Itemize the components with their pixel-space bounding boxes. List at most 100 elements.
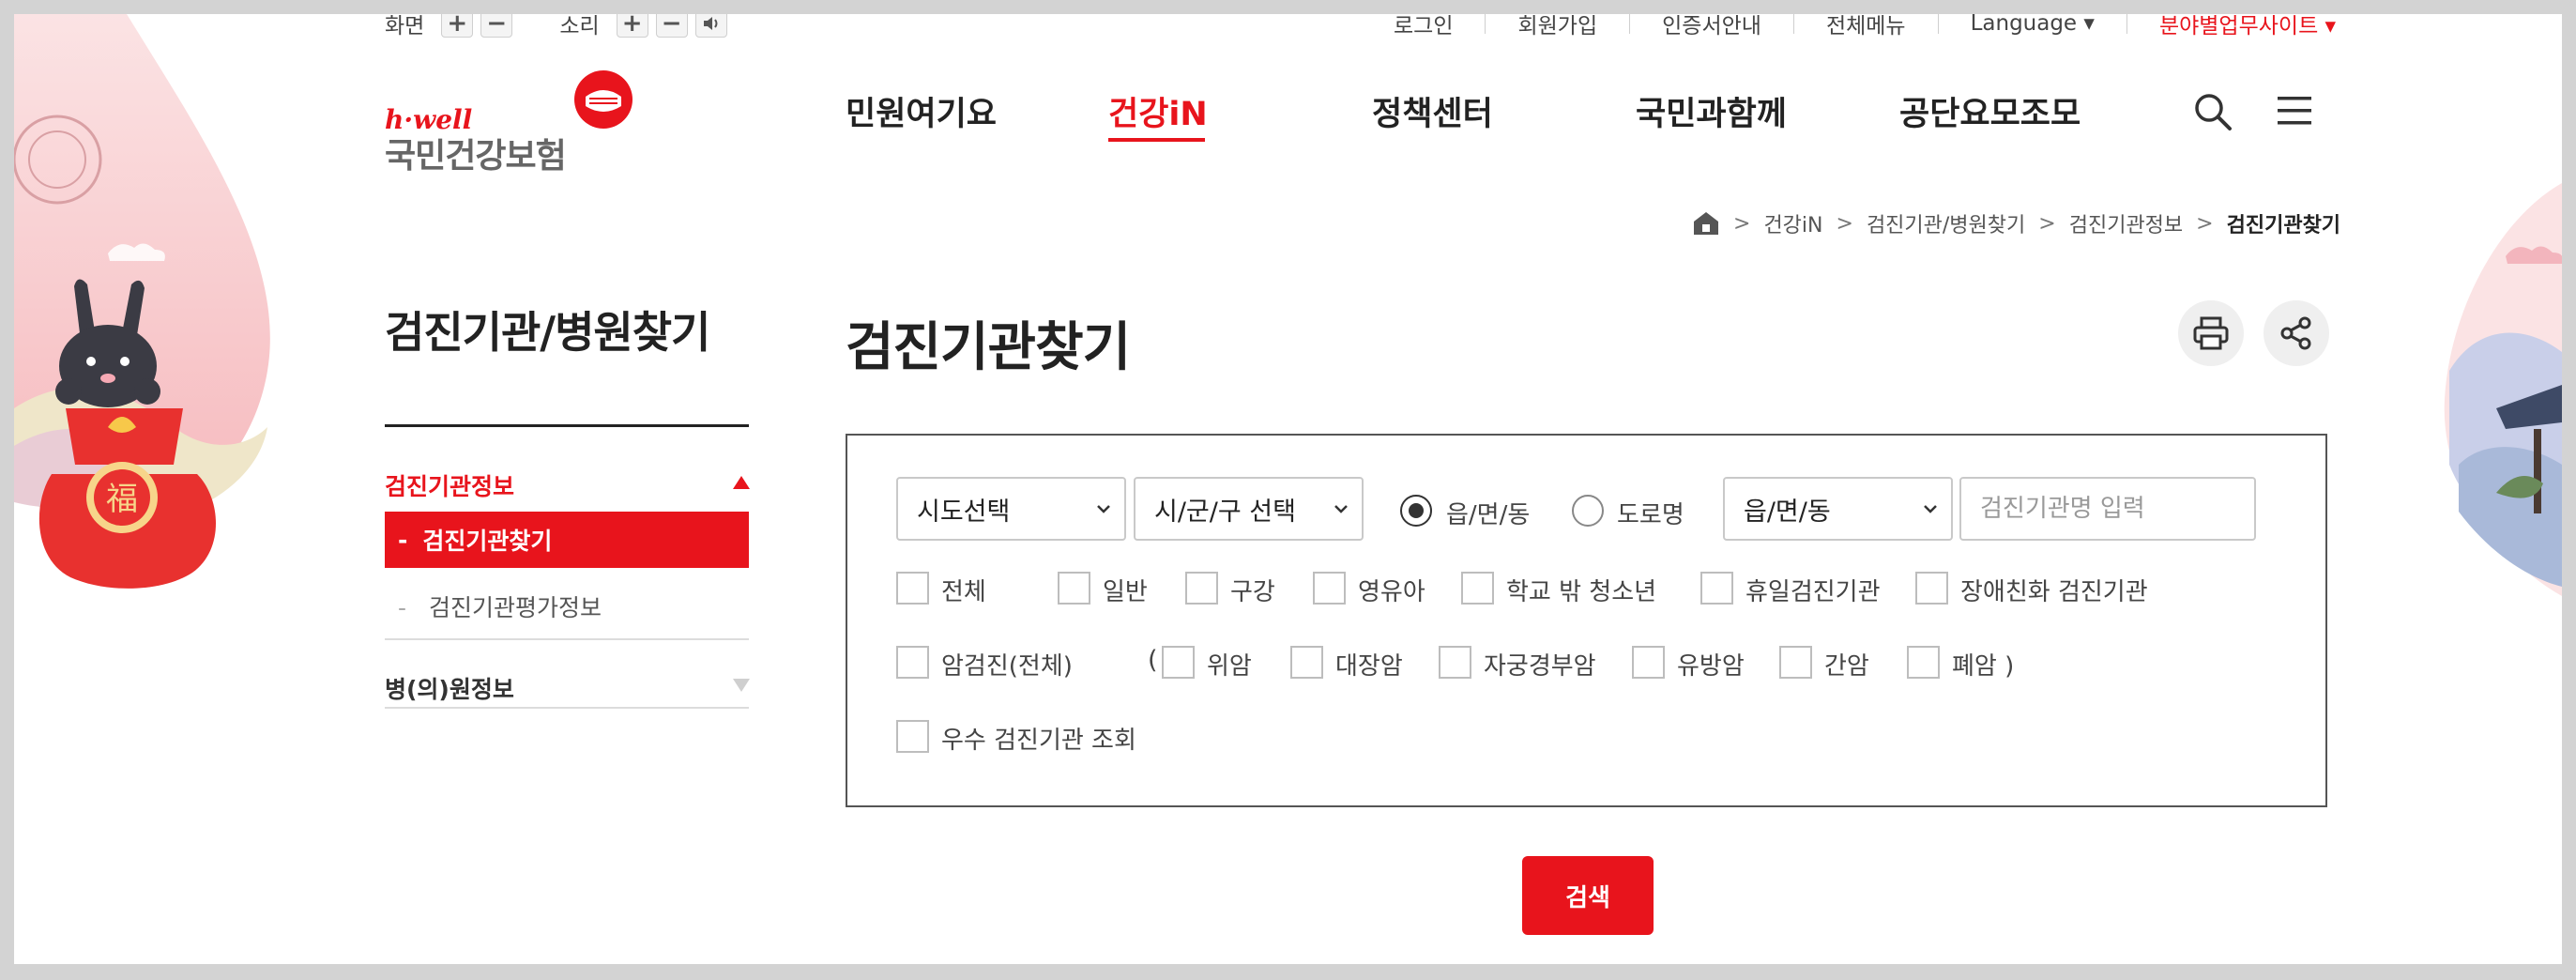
caret-up-icon[interactable] — [731, 474, 752, 491]
radio-road-name[interactable] — [1572, 495, 1604, 527]
divider — [1485, 14, 1486, 34]
checkbox-oral-label: 구강 — [1230, 578, 1275, 606]
sidebar-item-label: 검진기관찾기 — [422, 528, 553, 555]
zoom-in-button[interactable]: + — [441, 14, 474, 38]
printer-icon — [2193, 316, 2229, 350]
emd-select[interactable]: 읍/면/동 — [1723, 477, 1953, 541]
breadcrumb: > 건강iN > 검진기관/병원찾기 > 검진기관정보 > 검진기관찾기 — [1692, 207, 2340, 239]
login-link[interactable]: 로그인 — [1394, 14, 1453, 39]
checkbox-out-of-school-youth[interactable] — [1461, 572, 1494, 605]
page-title: 검진기관찾기 — [846, 317, 1131, 378]
sitemap-link[interactable]: 전체메뉴 — [1826, 14, 1906, 39]
checkbox-out-of-school-youth-label: 학교 밖 청소년 — [1506, 578, 1657, 606]
gnb-active-underline — [1108, 138, 1205, 142]
checkbox-colon-cancer[interactable] — [1290, 646, 1323, 679]
checkbox-general-label: 일반 — [1103, 578, 1148, 606]
checkbox-cervical-cancer[interactable] — [1439, 646, 1471, 679]
checkbox-holiday[interactable] — [1700, 572, 1733, 605]
logo-name: 국민건강보험 — [385, 137, 567, 176]
breadcrumb-item[interactable]: 검진기관/병원찾기 — [1867, 208, 2025, 238]
search-button[interactable]: 검색 — [1522, 856, 1654, 935]
sidebar-divider — [385, 638, 749, 640]
institution-name-input[interactable] — [1959, 477, 2256, 541]
checkbox-liver-cancer-label: 간암 — [1824, 652, 1869, 681]
checkbox-all[interactable] — [896, 572, 929, 605]
chevron-right-icon: > — [2196, 211, 2214, 236]
sound-up-button[interactable]: + — [616, 14, 648, 38]
checkbox-stomach-cancer-label: 위암 — [1207, 652, 1252, 681]
sidebar-group-checkup-info[interactable]: 검진기관정보 — [385, 468, 514, 502]
breadcrumb-item[interactable]: 건강iN — [1763, 208, 1822, 238]
paren-open: ( — [1148, 646, 1158, 675]
checkbox-infant-label: 영유아 — [1358, 578, 1425, 606]
checkbox-colon-cancer-label: 대장암 — [1335, 652, 1403, 681]
signup-link[interactable]: 회원가입 — [1517, 14, 1597, 39]
gnb-item-about-nhis[interactable]: 공단요모조모 — [1899, 87, 2081, 135]
gnb-item-minwon[interactable]: 민원여기요 — [846, 87, 997, 135]
language-dropdown[interactable]: Language ▾ — [1971, 14, 2095, 36]
checkbox-lung-cancer-label: 폐암 ) — [1952, 652, 2015, 681]
divider — [1629, 14, 1631, 34]
page: 福 화면 + − 소리 + − 로그인 회원가입 인증서안내 전체메뉴 Lang… — [14, 14, 2562, 964]
breadcrumb-current: 검진기관찾기 — [2226, 214, 2341, 237]
checkbox-oral[interactable] — [1185, 572, 1218, 605]
speaker-icon[interactable] — [694, 14, 727, 38]
sound-label: 소리 — [559, 14, 600, 38]
top-links: 로그인 회원가입 인증서안내 전체메뉴 Language ▾ 분야별업무사이트 … — [1394, 14, 2336, 38]
radio-emd-label: 읍/면/동 — [1446, 501, 1531, 529]
sub-marker: - — [398, 594, 407, 621]
sidebar-item-checkup-search[interactable]: - 검진기관찾기 — [385, 512, 749, 568]
hamburger-menu-icon[interactable] — [2276, 95, 2313, 127]
checkbox-stomach-cancer[interactable] — [1162, 646, 1195, 679]
logo[interactable]: h·well 국민건강보험 — [385, 69, 648, 176]
sound-down-button[interactable]: − — [655, 14, 688, 38]
sidebar-item-label: 검진기관평가정보 — [428, 594, 602, 621]
gnb-item-policy-center[interactable]: 정책센터 — [1372, 87, 1493, 135]
divider — [2126, 14, 2127, 34]
font-size-control: 화면 + − 소리 + − — [385, 14, 727, 38]
print-button[interactable] — [2178, 300, 2244, 366]
chevron-right-icon: > — [2038, 211, 2056, 236]
checkbox-breast-cancer[interactable] — [1632, 646, 1665, 679]
checkbox-holiday-label: 휴일검진기관 — [1745, 578, 1881, 606]
checkbox-general[interactable] — [1058, 572, 1090, 605]
sidebar-group-hospital-info[interactable]: 병(의)원정보 — [385, 671, 514, 705]
breadcrumb-item[interactable]: 검진기관정보 — [2069, 208, 2183, 238]
sido-select-value: 시도선택 — [917, 497, 1011, 527]
radio-emd[interactable] — [1400, 495, 1432, 527]
checkbox-cancer-all-label: 암검진(전체) — [941, 652, 1073, 681]
checkbox-disability-friendly[interactable] — [1915, 572, 1948, 605]
gnb-item-health-in[interactable]: 건강iN — [1108, 87, 1208, 135]
share-button[interactable] — [2264, 300, 2329, 366]
chevron-down-icon — [1924, 505, 1937, 513]
screen-size-label: 화면 — [385, 14, 425, 38]
sido-select[interactable]: 시도선택 — [896, 477, 1126, 541]
sigungu-select-value: 시/군/구 선택 — [1154, 497, 1296, 527]
divider — [1937, 14, 1939, 34]
certificate-guide-link[interactable]: 인증서안내 — [1662, 14, 1761, 39]
caret-down-icon[interactable] — [731, 677, 752, 694]
hanok-landscape-illustration — [2444, 183, 2562, 596]
related-sites-dropdown[interactable]: 분야별업무사이트 ▾ — [2159, 14, 2336, 39]
search-icon[interactable] — [2192, 91, 2233, 132]
chevron-down-icon — [1097, 505, 1110, 513]
checkbox-liver-cancer[interactable] — [1779, 646, 1812, 679]
sigungu-select[interactable]: 시/군/구 선택 — [1134, 477, 1364, 541]
checkbox-excellent-institution-label: 우수 검진기관 조회 — [941, 727, 1136, 755]
checkbox-disability-friendly-label: 장애친화 검진기관 — [1960, 578, 2148, 606]
checkbox-lung-cancer[interactable] — [1907, 646, 1940, 679]
sidebar-item-checkup-evaluation[interactable]: - 검진기관평가정보 — [398, 590, 602, 623]
home-icon[interactable] — [1692, 210, 1720, 237]
logo-mark-icon — [574, 70, 633, 129]
sidebar-top-border — [385, 424, 749, 427]
radio-road-name-label: 도로명 — [1617, 501, 1684, 529]
checkbox-infant[interactable] — [1313, 572, 1346, 605]
emd-select-value: 읍/면/동 — [1744, 497, 1831, 527]
checkbox-excellent-institution[interactable] — [896, 720, 929, 753]
gnb-item-with-people[interactable]: 국민과함께 — [1636, 87, 1787, 135]
active-marker: - — [398, 526, 408, 554]
checkbox-all-label: 전체 — [941, 578, 986, 606]
checkbox-cervical-cancer-label: 자궁경부암 — [1484, 652, 1596, 681]
zoom-out-button[interactable]: − — [480, 14, 513, 38]
checkbox-cancer-all[interactable] — [896, 646, 929, 679]
